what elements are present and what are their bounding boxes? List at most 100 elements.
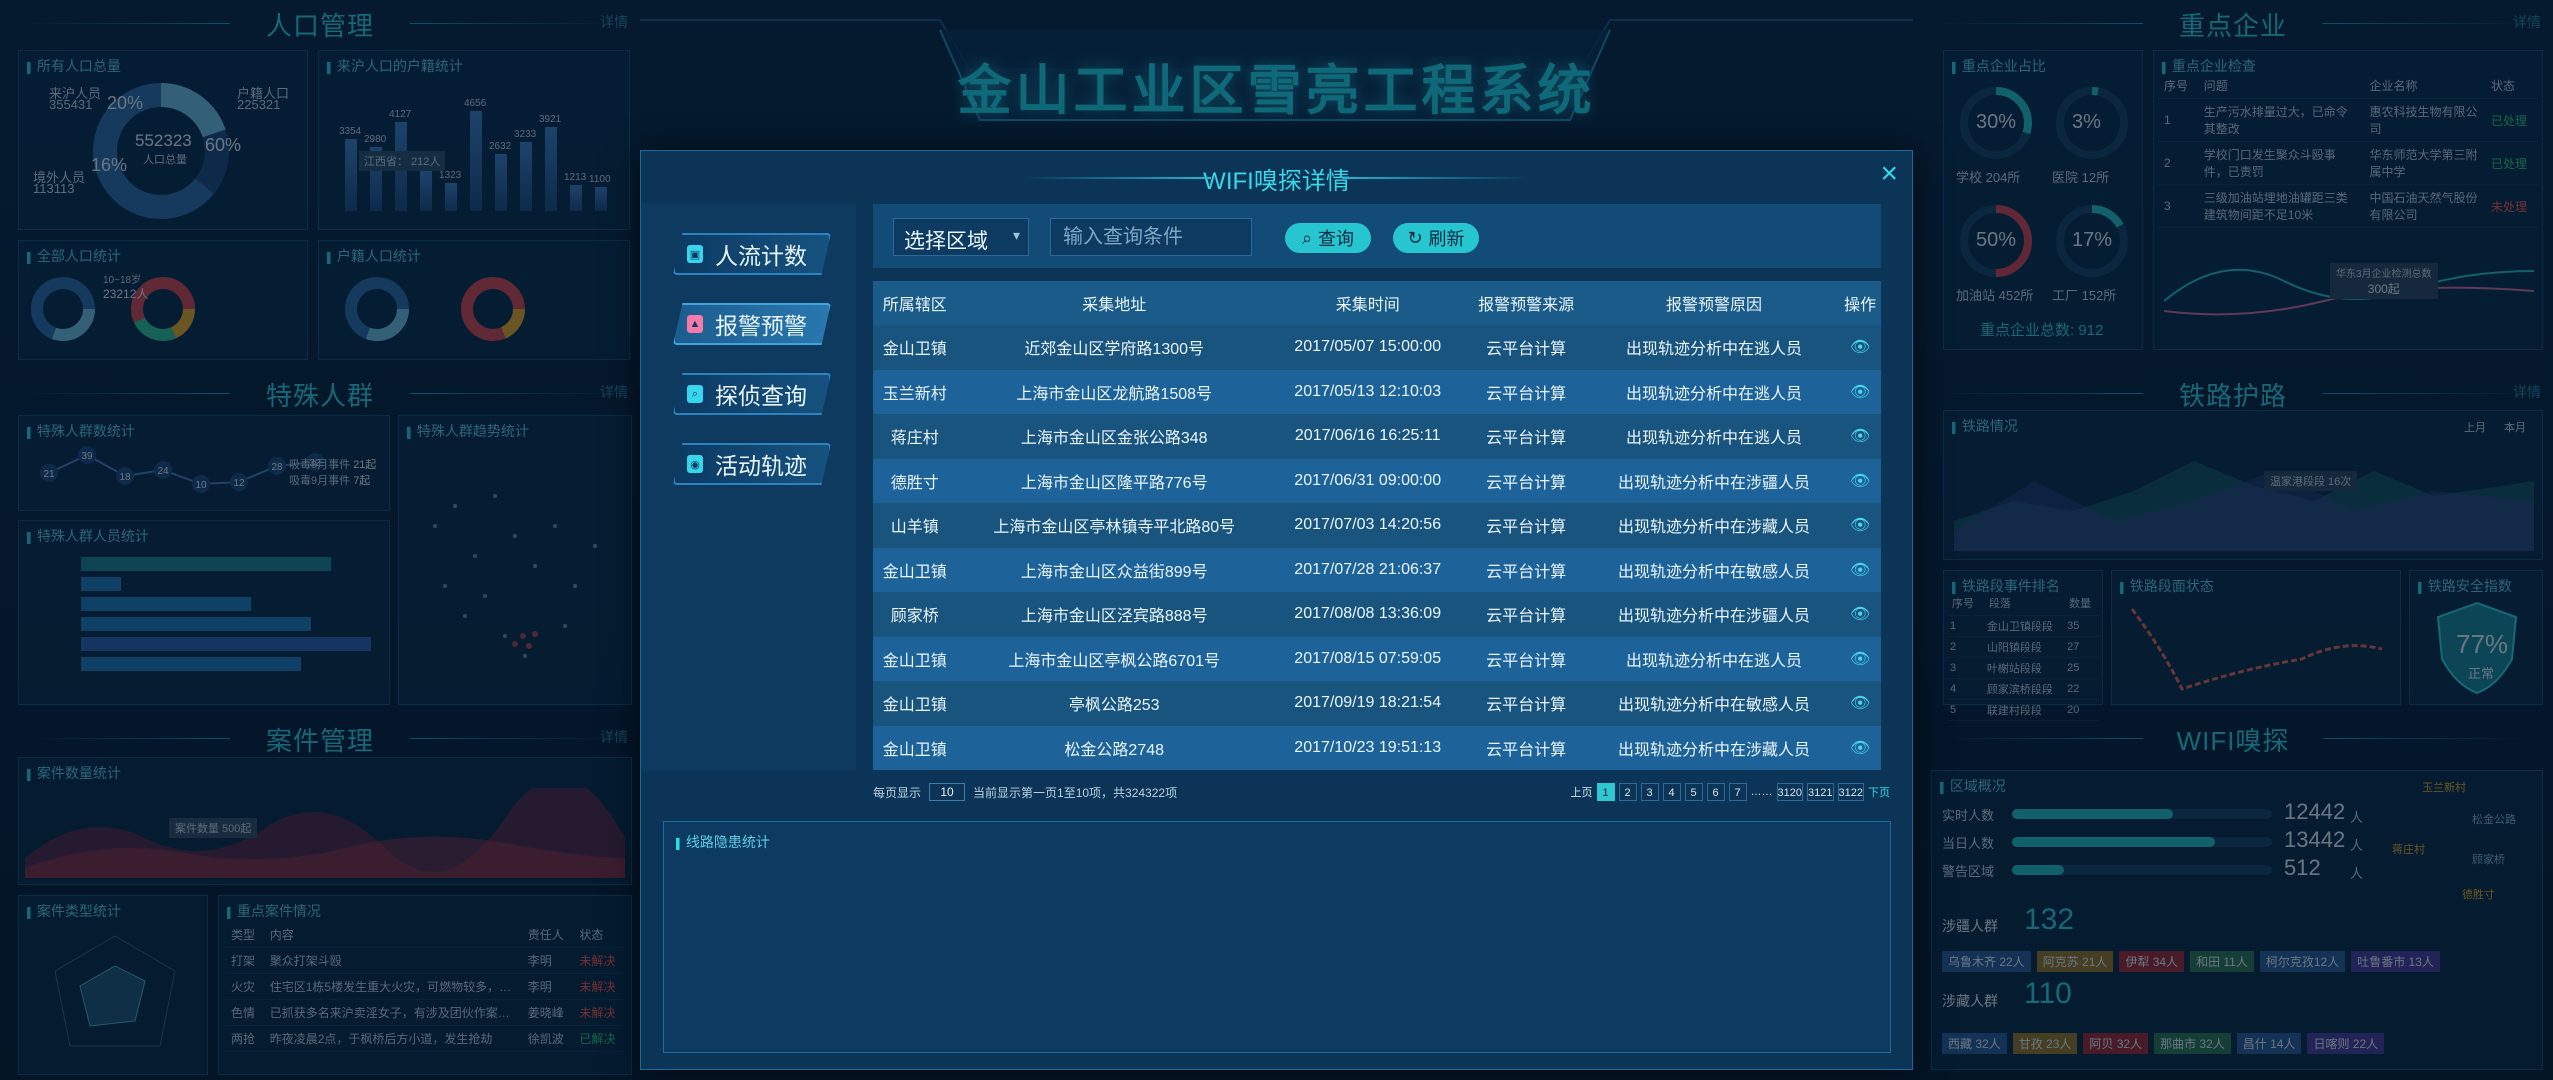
nav-detect-query[interactable]: ⌕ 探侦查询 xyxy=(673,373,831,415)
view-eye-icon[interactable]: 👁 xyxy=(1850,428,1870,445)
search-button[interactable]: ⌕ 查询 xyxy=(1285,223,1371,253)
column-header: 采集地址 xyxy=(956,281,1272,325)
table-row: 德胜寸 上海市金山区隆平路776号 2017/06/31 09:00:00 云平台计算… xyxy=(873,458,1881,503)
page-1[interactable]: 1 xyxy=(1596,783,1615,801)
close-icon[interactable]: × xyxy=(1880,159,1898,189)
tag: 昌什 14人 xyxy=(2236,1033,2302,1054)
trend-scatter xyxy=(433,494,597,658)
page-6[interactable]: 6 xyxy=(1706,783,1725,801)
page-3122[interactable]: 3122 xyxy=(1837,783,1864,801)
cell-name: 叶榭站段段 xyxy=(1982,657,2064,679)
per-page-select[interactable]: 10 xyxy=(929,783,966,801)
page-7[interactable]: 7 xyxy=(1728,783,1747,801)
bar-value-label: 1213 xyxy=(564,172,587,183)
view-eye-icon[interactable]: 👁 xyxy=(1850,740,1870,757)
view-eye-icon[interactable]: 👁 xyxy=(1850,606,1870,623)
table-cell: 出现轨迹分析中在逃人员 xyxy=(1588,325,1840,370)
table-row: 2 学校门口发生聚众斗殴事件，已责罚 华东师范大学第三附属中学 已处理 xyxy=(2158,141,2538,185)
wifi-row-label: 实时人数 xyxy=(1942,808,1995,823)
panel-title: 特殊人群数统计 xyxy=(27,421,135,441)
page-3121[interactable]: 3121 xyxy=(1807,783,1834,801)
key-cases-panel: 重点案件情况 类型内容责任人状态 打架聚众打架斗殴李明未解决火灾住宅区1栋5楼发… xyxy=(218,895,632,1075)
case-count-panel: 案件数量统计 案件数量 500起 xyxy=(18,757,632,885)
table-cell: 云平台计算 xyxy=(1463,636,1589,681)
cell-type: 打架 xyxy=(225,947,264,974)
cell-type: 火灾 xyxy=(225,973,264,1000)
wifi-row-value: 512 xyxy=(2284,855,2321,880)
table-cell: 云平台计算 xyxy=(1463,503,1589,548)
action-cell: 👁 xyxy=(1839,636,1881,681)
nav-alarm[interactable]: ▲ 报警预警 xyxy=(673,303,831,345)
special-more-link[interactable]: 详情 xyxy=(600,382,628,402)
column-header: 企业名称 xyxy=(2363,73,2485,99)
line-point-label: 12 xyxy=(233,478,245,489)
page-5[interactable]: 5 xyxy=(1684,783,1703,801)
line-point-label: 24 xyxy=(157,466,169,477)
enterprise-more-link[interactable]: 详情 xyxy=(2513,12,2541,32)
table-row: 玉兰新村 上海市金山区龙航路1508号 2017/05/13 12:10:03 云平台… xyxy=(873,369,1881,414)
xinjiang-value: 132 xyxy=(2024,903,2075,936)
cell-name: 惠农科技生物有限公司 xyxy=(2363,98,2485,142)
safety-label: 正常 xyxy=(2468,666,2495,681)
table-row: 1 生产污水排量过大，已命令其整改 惠农科技生物有限公司 已处理 xyxy=(2158,98,2538,142)
location-icon: ◉ xyxy=(687,455,703,473)
enterprise-total: 重点企业总数: 912 xyxy=(1980,322,2104,339)
view-eye-icon[interactable]: 👁 xyxy=(1850,651,1870,668)
panel-title: 重点案件情况 xyxy=(227,901,321,921)
bar-value-label: 1100 xyxy=(589,174,611,185)
line-point-label: 39 xyxy=(81,451,93,462)
railway-tip: 温家港段段 16次 xyxy=(2264,471,2358,491)
page-3120[interactable]: 3120 xyxy=(1776,783,1804,801)
railway-more-link[interactable]: 详情 xyxy=(2513,382,2541,402)
table-cell: 云平台计算 xyxy=(1463,369,1589,414)
wifi-node-label: 玉兰新村 xyxy=(2422,782,2466,794)
cell-name: 山阳镇段段 xyxy=(1982,636,2064,658)
foreign-value: 113113 xyxy=(33,181,75,196)
hbar-2 xyxy=(81,577,121,591)
region-select[interactable]: 选择区域 xyxy=(893,218,1029,256)
page-4[interactable]: 4 xyxy=(1662,783,1681,801)
ring-label: 工厂 152所 xyxy=(2052,288,2117,303)
key-cases-table: 类型 内容 责任人 状态 打架 聚众打架斗殴 李明 未解决 火灾 住宅区1栋5楼发生重大火灾，可… xyxy=(225,922,625,1052)
case-radar xyxy=(54,935,176,1047)
cell-count: 25 xyxy=(2063,657,2100,679)
wifi-row-fill xyxy=(2012,809,2174,819)
modal-title: WIFI嗅探详情 xyxy=(641,161,1912,196)
table-cell: 亭枫公路253 xyxy=(956,681,1272,726)
tag: 伊犁 34人 xyxy=(2119,951,2185,972)
xinjiang-tags: 乌鲁木齐 22人 阿克苏 21人 伊犁 34人 和田 11人 柯尔克孜12人 吐鲁番市 1… xyxy=(1942,951,2440,972)
population-title: 人口管理 xyxy=(0,6,640,43)
prev-page-link[interactable]: 上页 xyxy=(1571,784,1593,800)
table-cell: 2017/06/31 09:00:00 xyxy=(1271,458,1464,503)
cases-more-link[interactable]: 详情 xyxy=(600,727,628,747)
cell-content: 昨夜凌晨2点，于枫桥后方小道，发生抢劫 xyxy=(263,1025,522,1052)
column-header: 数量 xyxy=(2063,591,2100,616)
population-more-link[interactable]: 详情 xyxy=(600,12,628,32)
view-eye-icon[interactable]: 👁 xyxy=(1850,517,1870,534)
special-section: 特殊人群 详情 特殊人群数统计 2139182410122832 吸毒9月事件 … xyxy=(0,370,640,715)
page-2[interactable]: 2 xyxy=(1618,783,1637,801)
refresh-button[interactable]: ↻ 刷新 xyxy=(1393,223,1479,253)
panel-title: 铁路情况 xyxy=(1952,416,2018,436)
panel-title: 案件类型统计 xyxy=(27,901,121,921)
query-toolbar: 选择区域 ⌕查询 ↻刷新 xyxy=(873,204,1881,268)
cell-status: 未处理 xyxy=(2484,184,2538,228)
cell-owner: 姜晓峰 xyxy=(521,999,574,1026)
tag: 那曲市 32人 xyxy=(2154,1033,2231,1054)
view-eye-icon[interactable]: 👁 xyxy=(1850,695,1870,712)
view-eye-icon[interactable]: 👁 xyxy=(1850,562,1870,579)
page-3[interactable]: 3 xyxy=(1640,783,1659,801)
column-header: 采集时间 xyxy=(1271,281,1464,325)
query-input[interactable] xyxy=(1050,218,1252,256)
detail-table: 所属辖区 采集地址 采集时间 报警预警来源 报警预警原因 操作 金山卫镇 近郊金山区学府路1… xyxy=(873,281,1881,770)
ring-label: 学校 204所 xyxy=(1956,170,2021,185)
view-eye-icon[interactable]: 👁 xyxy=(1850,473,1870,490)
view-eye-icon[interactable]: 👁 xyxy=(1850,384,1870,401)
wifi-node-label: 德胜寸 xyxy=(2462,889,2495,901)
view-eye-icon[interactable]: 👁 xyxy=(1850,339,1870,356)
bar-value-label: 4127 xyxy=(389,109,412,120)
nav-flow-count[interactable]: ▣ 人流计数 xyxy=(673,233,831,275)
nav-activity-track[interactable]: ◉ 活动轨迹 xyxy=(673,443,831,485)
next-page-link[interactable]: 下页 xyxy=(1868,784,1890,800)
refresh-icon: ↻ xyxy=(1407,227,1423,248)
